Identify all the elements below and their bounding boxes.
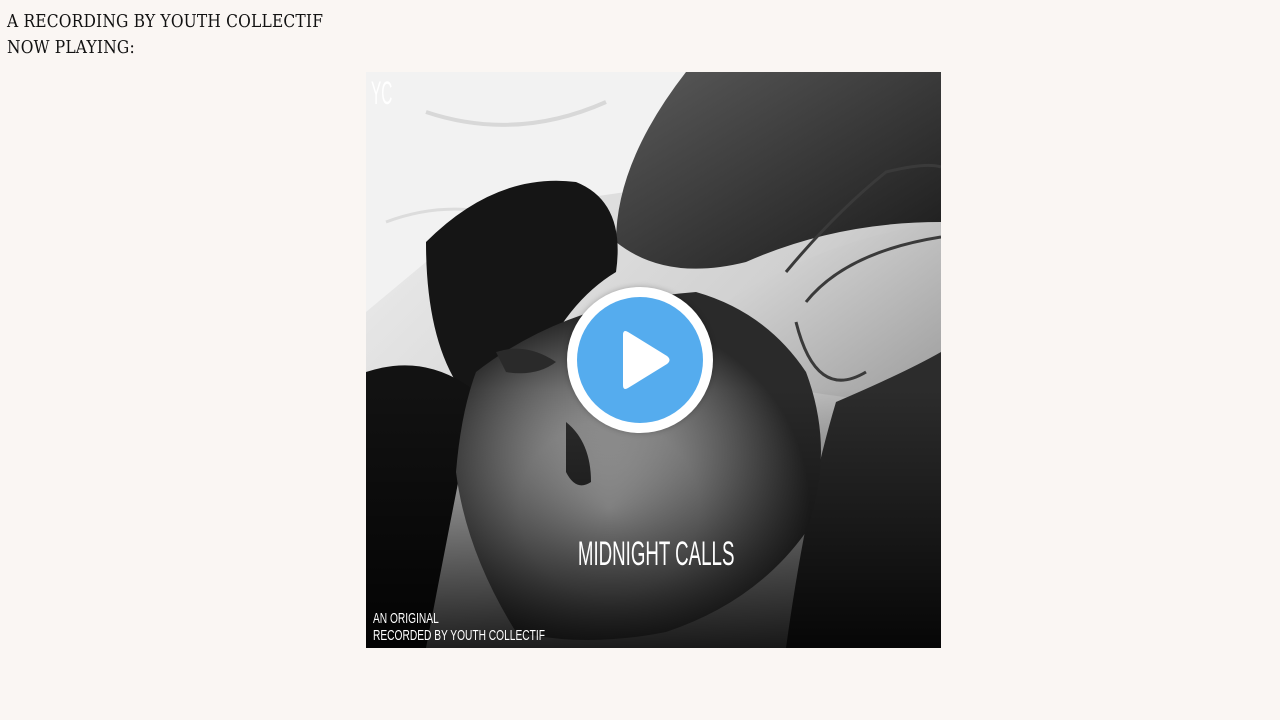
song-title: MIDNIGHT CALLS <box>577 535 735 573</box>
recording-credit: A RECORDING BY YOUTH COLLECTIF <box>7 11 324 32</box>
cover-credits: AN ORIGINAL RECORDED BY YOUTH COLLECTIF <box>373 610 545 644</box>
yc-logo: YC <box>371 75 393 111</box>
play-button[interactable] <box>567 287 713 433</box>
now-playing-label: NOW PLAYING: <box>7 37 135 58</box>
header-text: A RECORDING BY YOUTH COLLECTIF NOW PLAYI… <box>7 9 323 61</box>
play-icon <box>623 331 670 389</box>
credit-original: AN ORIGINAL <box>373 610 439 627</box>
credit-recorded-by: RECORDED BY YOUTH COLLECTIF <box>373 627 545 644</box>
